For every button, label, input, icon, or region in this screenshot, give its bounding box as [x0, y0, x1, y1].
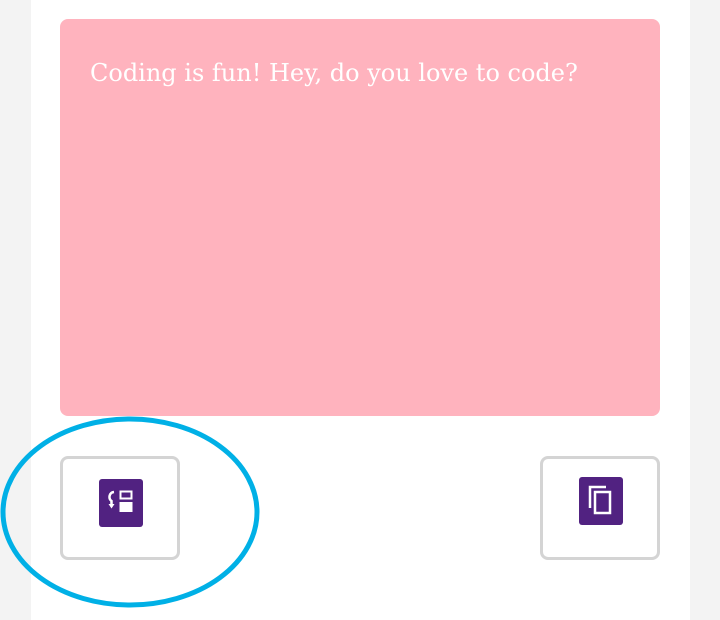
copy-button[interactable]	[540, 456, 660, 560]
copy-icon	[579, 477, 623, 525]
text-display-panel: Coding is fun! Hey, do you love to code?	[60, 19, 660, 416]
swap-layout-button[interactable]	[60, 456, 180, 560]
text-content: Coding is fun! Hey, do you love to code?	[90, 59, 578, 87]
swap-layout-icon	[99, 479, 143, 527]
